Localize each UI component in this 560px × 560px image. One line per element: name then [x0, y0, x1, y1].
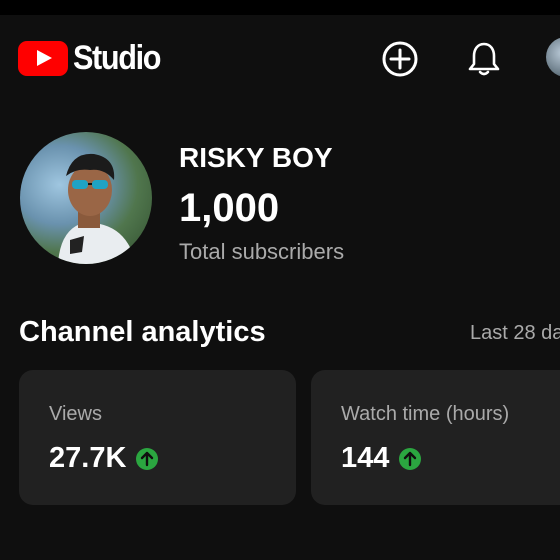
watch-time-value: 144: [341, 442, 390, 474]
create-button[interactable]: [380, 39, 420, 79]
logo-text: Studio: [73, 39, 161, 77]
views-value: 27.7K: [49, 442, 127, 474]
top-app-bar: Studio: [0, 15, 560, 103]
channel-name: RISKY BOY: [179, 142, 333, 173]
watch-time-value-row: 144: [341, 442, 422, 475]
watch-time-label: Watch time (hours): [341, 403, 510, 425]
add-circle-icon: [382, 41, 418, 77]
account-avatar[interactable]: [546, 37, 560, 77]
notifications-button[interactable]: [464, 39, 504, 79]
views-card[interactable]: Views 27.7K: [19, 370, 296, 505]
watch-time-card[interactable]: Watch time (hours) 144: [311, 370, 560, 505]
analytics-period-link[interactable]: Last 28 da: [470, 322, 560, 345]
subscriber-count: 1,000: [179, 186, 280, 230]
arrow-up-icon: [399, 447, 422, 470]
channel-avatar[interactable]: [20, 132, 152, 264]
arrow-up-icon: [136, 447, 159, 470]
channel-analytics-title: Channel analytics: [19, 316, 266, 348]
views-label: Views: [49, 403, 102, 425]
youtube-studio-logo[interactable]: Studio: [18, 39, 170, 78]
bell-icon: [468, 42, 500, 76]
profile-photo: [58, 153, 136, 264]
subscriber-label: Total subscribers: [179, 239, 345, 264]
views-value-row: 27.7K: [49, 442, 159, 475]
youtube-play-icon: [18, 41, 68, 76]
status-bar: [0, 0, 560, 15]
